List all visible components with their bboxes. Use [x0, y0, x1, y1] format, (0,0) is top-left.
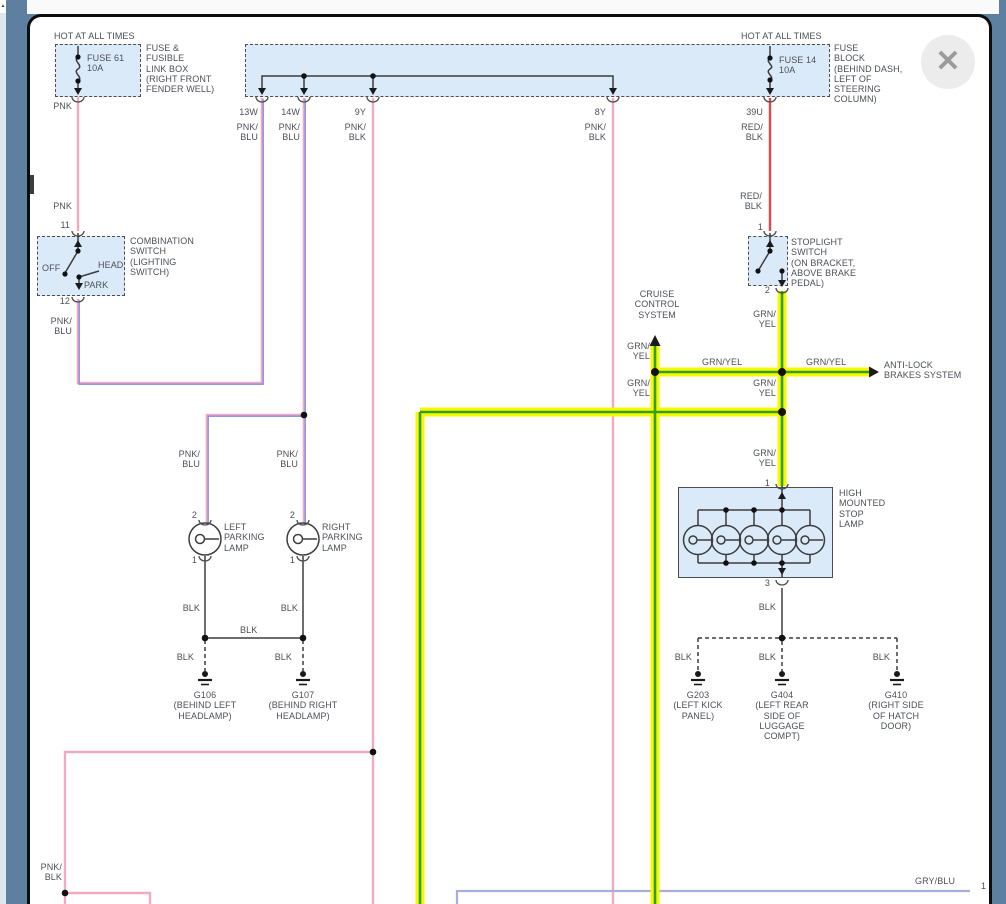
- terminal-2-right-lamp: 2: [289, 510, 295, 520]
- right-parking-lamp-label: RIGHT PARKING LAMP: [322, 522, 363, 553]
- wire-label-gryblu: GRY/BLU: [915, 876, 956, 886]
- ground-g410-label: G410 (RIGHT SIDE OF HATCH DOOR): [868, 690, 924, 731]
- wire-label-pnkblk-bottom: PNK/ BLK: [40, 862, 62, 883]
- ground-g203-label: G203 (LEFT KICK PANEL): [673, 690, 723, 721]
- fusible-link-box-label: FUSE & FUSIBLE LINK BOX (RIGHT FRONT FEN…: [146, 43, 215, 95]
- left-scrollbar-track[interactable]: [0, 0, 6, 904]
- terminal-1-bottom: 1: [981, 881, 987, 891]
- fuse-61-value: FUSE 61 10A: [87, 53, 125, 74]
- wire-label-grnyel-stop: GRN/ YEL: [753, 309, 776, 330]
- terminal-1-right-lamp: 1: [289, 555, 295, 565]
- ground-g107-label: G107 (BEHIND RIGHT HEADLAMP): [268, 690, 338, 721]
- wire-label-grnyel-below-switch: GRN/ YEL: [753, 378, 776, 399]
- wire-label-grnyel-seg1: GRN/YEL: [702, 357, 743, 367]
- terminal-12: 12: [59, 296, 70, 306]
- scroll-up-icon[interactable]: ▲: [0, 0, 6, 13]
- wire-label-pnk-top: PNK: [53, 101, 72, 111]
- wire-label-blk-g404: BLK: [758, 652, 776, 662]
- terminal-1-hmsl: 1: [764, 478, 770, 488]
- wire-label-grnyel-cruise: GRN/ YEL: [627, 341, 650, 362]
- wire-label-grnyel-hmsl: GRN/ YEL: [753, 448, 776, 469]
- background-band-left: [6, 0, 27, 904]
- hot-at-all-times-left: HOT AT ALL TIMES: [54, 31, 135, 41]
- wire-label-blk-g107: BLK: [274, 652, 292, 662]
- wire-label-13w: PNK/ BLU: [236, 122, 258, 143]
- switch-pos-head: HEAD: [98, 260, 124, 270]
- circuit-8y: 8Y: [594, 107, 606, 117]
- hot-at-all-times-right: HOT AT ALL TIMES: [741, 31, 822, 41]
- wire-label-8y: PNK/ BLK: [584, 122, 606, 143]
- stoplight-switch-box: [748, 236, 788, 286]
- background-band-right: [1001, 0, 1006, 904]
- switch-pos-off: OFF: [42, 263, 61, 273]
- wire-label-pnkblu-left-lamp: PNK/ BLU: [178, 449, 200, 470]
- terminal-1-left-lamp: 1: [191, 555, 197, 565]
- wire-label-blk-bus: BLK: [240, 625, 258, 635]
- cruise-control-label: CRUISE CONTROL SYSTEM: [634, 289, 680, 320]
- circuit-14w: 14W: [281, 107, 300, 117]
- terminal-11: 11: [60, 220, 70, 230]
- circuit-9y: 9Y: [354, 107, 366, 117]
- fuse-14-value: FUSE 14 10A: [779, 55, 817, 76]
- fuse-block-box: [245, 44, 830, 97]
- wire-label-pnk-mid: PNK: [53, 201, 72, 211]
- terminal-3-hmsl: 3: [764, 578, 770, 588]
- circuit-13w: 13W: [239, 107, 258, 117]
- hmsl-label: HIGH MOUNTED STOP LAMP: [839, 488, 886, 529]
- wire-label-pnkblu-comb: PNK/ BLU: [50, 316, 72, 337]
- wire-label-blk-g106: BLK: [176, 652, 194, 662]
- wire-label-blk-hmsl: BLK: [758, 602, 776, 612]
- wire-label-blk-g410: BLK: [872, 652, 890, 662]
- wire-label-blk-left-lamp: BLK: [182, 603, 200, 613]
- ground-g106-label: G106 (BEHIND LEFT HEADLAMP): [173, 690, 237, 721]
- high-mounted-stop-lamp-box: [678, 487, 833, 578]
- circuit-39u: 39U: [746, 107, 763, 117]
- wire-label-grnyel-below-cruise: GRN/ YEL: [627, 378, 650, 399]
- wire-label-blk-g203: BLK: [674, 652, 692, 662]
- antilock-brakes-label: ANTI-LOCK BRAKES SYSTEM: [884, 360, 962, 381]
- ground-g404-label: G404 (LEFT REAR SIDE OF LUGGAGE COMPT): [755, 690, 809, 742]
- wire-label-redblk: RED/ BLK: [740, 191, 762, 212]
- fuse-block-label: FUSE BLOCK (BEHIND DASH, LEFT OF STEERIN…: [834, 43, 903, 105]
- switch-pos-park: PARK: [84, 280, 109, 290]
- top-strip: [0, 0, 999, 14]
- close-button[interactable]: ✕: [921, 35, 975, 89]
- left-parking-lamp-label: LEFT PARKING LAMP: [224, 522, 265, 553]
- wire-label-grnyel-seg2: GRN/YEL: [806, 357, 847, 367]
- wire-label-14w: PNK/ BLU: [278, 122, 300, 143]
- wire-label-blk-right-lamp: BLK: [280, 603, 298, 613]
- stoplight-switch-label: STOPLIGHT SWITCH (ON BRACKET, ABOVE BRAK…: [791, 237, 857, 289]
- wiring-diagram-viewer: ▲ HOT AT ALL TIMES FUSE 61 10A FUSE & FU…: [0, 0, 1006, 904]
- close-icon: ✕: [935, 45, 961, 78]
- wire-label-9y: PNK/ BLK: [344, 122, 366, 143]
- terminal-1-stoplight: 1: [757, 222, 763, 232]
- combination-switch-label: COMBINATION SWITCH (LIGHTING SWITCH): [130, 236, 194, 277]
- wire-label-pnkblu-right-lamp: PNK/ BLU: [276, 449, 298, 470]
- scrollbar-thumb[interactable]: [30, 175, 34, 194]
- terminal-2-left-lamp: 2: [191, 510, 197, 520]
- wire-label-39u: RED/ BLK: [741, 122, 763, 143]
- terminal-2-stoplight: 2: [764, 285, 770, 295]
